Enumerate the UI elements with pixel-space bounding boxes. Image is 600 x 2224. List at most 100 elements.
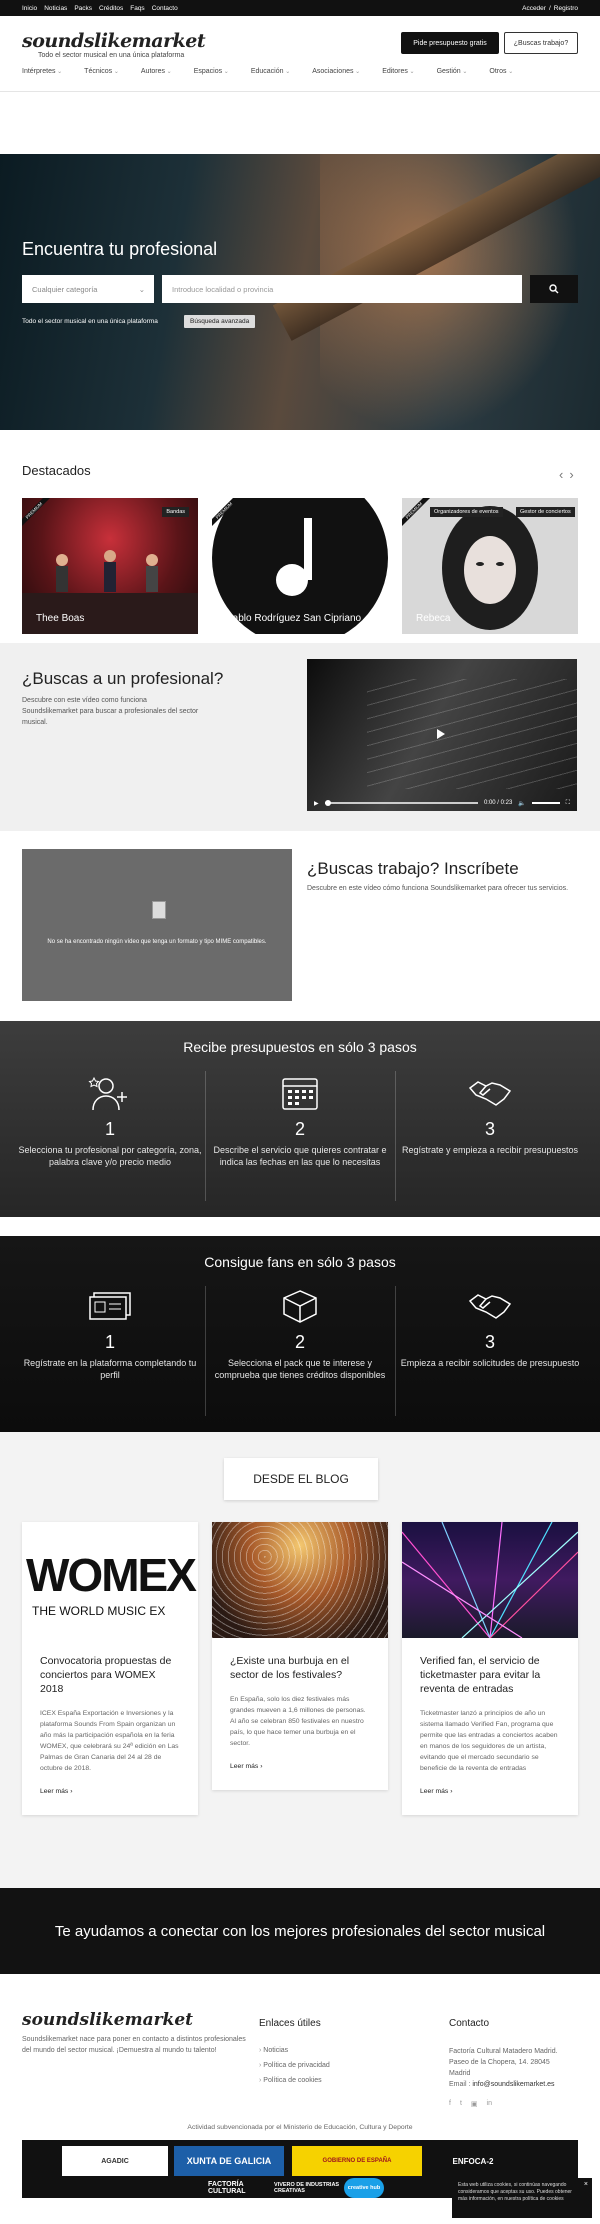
top-link-packs[interactable]: Packs [74,5,92,12]
nav-gestion[interactable]: Gestión [437,68,468,75]
footer-link-privacidad[interactable]: Política de privacidad [259,2058,330,2073]
find-job-title: ¿Buscas trabajo? Inscríbete [307,859,519,878]
featured-card[interactable]: PREMIUM Bandas Thee Boas [22,498,198,634]
womex-logo-text: WOMEX [26,1549,197,1601]
subsidy-text: Actividad subvencionada por el Ministeri… [187,2124,413,2131]
linkedin-icon[interactable]: in [487,2100,492,2108]
step-text: Regístrate en la plataforma completando … [23,1358,197,1380]
video-time: 0:00 / 0:23 [483,800,513,806]
footer-link-noticias[interactable]: Noticias [259,2043,330,2058]
cookie-notice: Esta web utiliza cookies, si continúas n… [452,2178,592,2218]
nav-interpretes[interactable]: Intérpretes [22,68,62,75]
nav-asociaciones[interactable]: Asociaciones [312,68,360,75]
separator: / [548,4,551,12]
quote-step: 3 Regístrate y empieza a recibir presupu… [395,1073,585,1156]
volume-slider[interactable] [531,802,560,804]
post-image [402,1522,578,1638]
advanced-search-button[interactable]: Búsqueda avanzada [184,315,256,328]
card-name: Pablo Rodríguez San Cipriano [226,613,362,624]
nav-espacios[interactable]: Espacios [194,68,229,75]
fans-step: 2 Selecciona el pack que te interese y c… [205,1286,395,1381]
post-title[interactable]: Verified fan, el servicio de ticketmaste… [420,1654,560,1696]
nav-otros[interactable]: Otros [489,68,513,75]
video-error-box: No se ha encontrado ningún vídeo que ten… [22,849,292,1001]
sponsor-enfoca: ENFOCA-2 [428,2146,518,2176]
post-excerpt: En España, solo los diez festivales más … [230,1696,366,1747]
nav-autores[interactable]: Autores [141,68,172,75]
chevron-right-icon[interactable]: › [569,467,579,482]
blog-post[interactable]: Verified fan, el servicio de ticketmaste… [402,1522,578,1815]
category-select[interactable]: Cualquier categoría [22,275,154,303]
nav-educacion[interactable]: Educación [251,68,290,75]
footer-logo[interactable]: soundslikemarket [22,2010,193,2030]
post-title[interactable]: Convocatoria propuestas de conciertos pa… [40,1654,180,1696]
top-link-contacto[interactable]: Contacto [152,5,178,12]
blog-post[interactable]: WOMEX THE WORLD MUSIC EX Convocatoria pr… [22,1522,198,1815]
fullscreen-icon[interactable]: ⛶ [566,800,570,807]
login-link[interactable]: Acceder [522,5,546,12]
carousel-arrows: ‹› [559,467,580,482]
quotes-steps-section: Recibe presupuestos en sólo 3 pasos 1 Se… [0,1021,600,1217]
step-text: Regístrate y empieza a recibir presupues… [401,1145,579,1155]
instagram-icon[interactable]: ▣ [471,2100,478,2108]
progress-handle[interactable] [324,800,331,806]
card-name: Rebeca [416,613,451,624]
email-link[interactable]: info@soundslikemarket.es [472,2081,554,2088]
card-name: Thee Boas [36,613,85,624]
site-logo[interactable]: soundslikemarket [22,30,206,52]
step-text: Describe el servicio que quieres contrat… [213,1145,387,1167]
video-progress[interactable] [324,800,478,806]
location-input[interactable]: Introduce localidad o provincia [162,275,522,303]
video-player[interactable]: ▶ 0:00 / 0:23 🔈 ⛶ [307,659,577,811]
quote-button[interactable]: Pide presupuesto gratis [401,32,499,54]
footer-contact: Factoría Cultural Matadero Madrid. Paseo… [449,2046,558,2090]
nav-tecnicos[interactable]: Técnicos [84,68,119,75]
quote-step: 1 Selecciona tu profesional por categorí… [15,1073,205,1168]
chevron-right-icon: › [260,1763,263,1770]
search-button[interactable] [530,275,578,303]
read-more-link[interactable]: Leer más › [40,1788,180,1795]
fans-steps-section: Consigue fans en sólo 3 pasos 1 Regístra… [0,1236,600,1432]
featured-card[interactable]: PREMIUM Pablo Rodríguez San Cipriano [212,498,388,634]
footer-link-cookies[interactable]: Política de cookies [259,2073,330,2088]
post-title[interactable]: ¿Existe una burbuja en el sector de los … [230,1654,370,1682]
quotes-steps-title: Recibe presupuestos en sólo 3 pasos [183,1039,417,1055]
twitter-icon[interactable]: t [460,2100,462,2108]
post-image [212,1522,388,1638]
sponsor-factoria: FACTORÍA CULTURAL [208,2181,246,2195]
volume-icon[interactable]: 🔈 [518,800,525,807]
featured-card[interactable]: PREMIUM Organizadores de eventos Gestor … [402,498,578,634]
video-controls: ▶ 0:00 / 0:23 🔈 ⛶ [307,795,577,811]
contact-line: Factoría Cultural Matadero Madrid. [449,2048,558,2055]
sponsor-gobierno: GOBIERNO DE ESPAÑA [292,2146,422,2176]
play-icon[interactable]: ▶ [314,800,319,807]
blog-title: DESDE EL BLOG [224,1458,378,1500]
top-link-creditos[interactable]: Créditos [99,5,123,12]
find-pro-title: ¿Buscas a un profesional? [22,669,224,688]
video-frame [367,679,577,789]
blog-post[interactable]: ¿Existe una burbuja en el sector de los … [212,1522,388,1790]
close-icon[interactable]: × [584,2181,588,2188]
facebook-icon[interactable]: f [449,2100,451,2108]
contact-line: Madrid [449,2070,471,2077]
main-nav: Intérpretes Técnicos Autores Espacios Ed… [22,68,535,75]
search-icon [549,284,559,294]
read-more-link[interactable]: Leer más › [420,1788,560,1795]
top-link-faqs[interactable]: Faqs [130,5,144,12]
top-link-inicio[interactable]: Inicio [22,5,37,12]
top-link-noticias[interactable]: Noticias [44,5,67,12]
featured-title: Destacados [22,463,91,478]
post-excerpt: ICEX España Exportación e Inversiones y … [40,1710,179,1772]
sponsor-agadic: AGADIC [62,2146,168,2176]
category-tag: Organizadores de eventos [430,507,503,517]
site-tagline: Todo el sector musical en una única plat… [38,52,185,59]
post-image: WOMEX THE WORLD MUSIC EX [22,1522,198,1638]
read-more-link[interactable]: Leer más › [230,1763,370,1770]
id-card-icon [89,1292,131,1320]
chevron-left-icon[interactable]: ‹ [559,467,569,482]
play-icon[interactable] [437,729,445,739]
register-link[interactable]: Registro [554,5,578,12]
contact-line: Paseo de la Chopera, 14. 28045 [449,2059,550,2066]
job-button[interactable]: ¿Buscas trabajo? [504,32,578,54]
nav-editores[interactable]: Editores [382,68,414,75]
